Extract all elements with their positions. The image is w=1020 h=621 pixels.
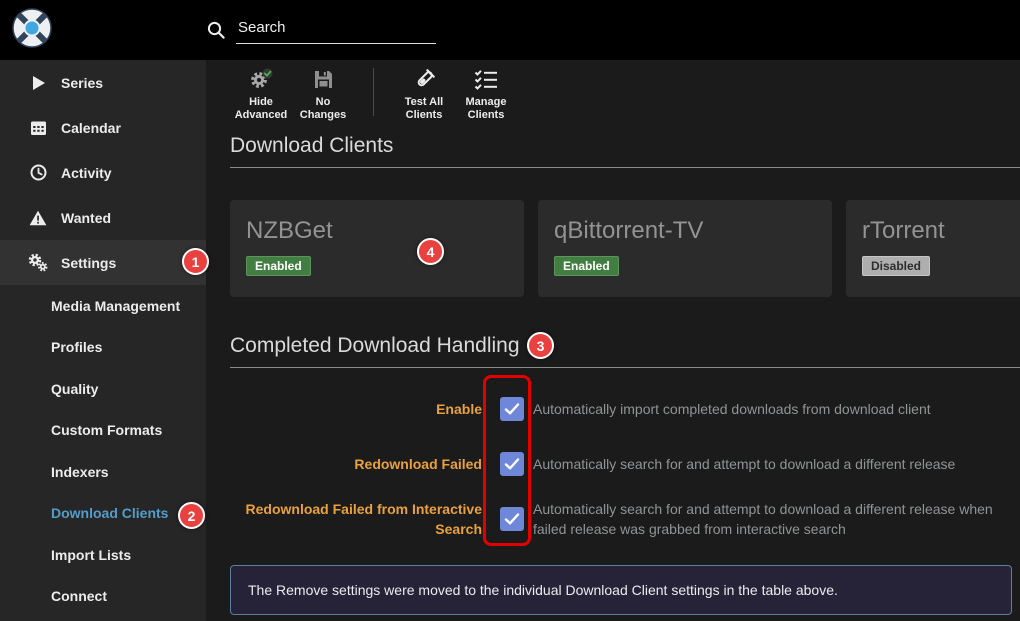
sidebar-subitem-label: Media Management [51, 298, 180, 314]
form-row-redownload-failed: Redownload Failed Automatically search f… [230, 436, 1020, 491]
sidebar-item-activity[interactable]: Activity [0, 150, 206, 195]
annotation-badge-1: 1 [182, 248, 209, 275]
toolbar-label: Test All Clients [405, 96, 444, 121]
download-clients-section-title: Download Clients [230, 134, 1020, 168]
sidebar-item-series[interactable]: Series [0, 60, 206, 105]
sidebar-subitem-media-management[interactable]: Media Management [0, 285, 206, 327]
sidebar-subitem-profiles[interactable]: Profiles [0, 327, 206, 369]
manage-clients-button[interactable]: Manage Clients [455, 67, 517, 122]
toolbar-label: Manage Clients [466, 96, 507, 121]
status-badge: Enabled [246, 256, 311, 276]
play-icon [27, 75, 49, 91]
test-tube-icon [393, 67, 455, 92]
annotation-badge-4: 4 [417, 238, 444, 265]
enable-checkbox[interactable] [500, 397, 524, 421]
sidebar-item-label: Wanted [61, 210, 111, 226]
redownload-failed-label: Redownload Failed [230, 454, 482, 474]
sidebar-subitem-connect[interactable]: Connect [0, 576, 206, 618]
hide-advanced-button[interactable]: Hide Advanced [230, 67, 292, 122]
sidebar-item-label: Calendar [61, 120, 121, 136]
sidebar-subitem-label: Download Clients [51, 505, 168, 521]
gears-icon [27, 253, 49, 272]
redownload-interactive-help-text: Automatically search for and attempt to … [533, 499, 1020, 539]
sidebar-subitem-indexers[interactable]: Indexers [0, 451, 206, 493]
sidebar-item-label: Settings [61, 255, 116, 271]
client-card-title: qBittorrent-TV [554, 217, 816, 245]
sidebar-subitem-label: Profiles [51, 339, 102, 355]
cdh-form: Enable Automatically import completed do… [230, 381, 1020, 546]
sidebar: Series Calendar Activit [0, 60, 206, 621]
enable-label: Enable [230, 399, 482, 419]
sidebar-item-settings[interactable]: Settings [0, 240, 206, 285]
top-bar [0, 0, 1020, 60]
no-changes-save-button[interactable]: No Changes [292, 67, 354, 122]
sidebar-subitem-quality[interactable]: Quality [0, 368, 206, 410]
sidebar-item-label: Series [61, 75, 103, 91]
manage-list-icon [455, 67, 517, 92]
sonarr-logo-icon [12, 35, 52, 52]
sidebar-item-label: Activity [61, 165, 112, 181]
test-all-clients-button[interactable]: Test All Clients [393, 67, 455, 122]
calendar-icon [27, 119, 49, 136]
warning-icon [27, 210, 49, 226]
status-badge: Disabled [862, 256, 930, 276]
toolbar: Hide Advanced No Changes [230, 60, 1020, 120]
download-client-cards: NZBGet Enabled qBittorrent-TV Enabled rT… [230, 200, 1020, 297]
annotation-badge-3: 3 [527, 332, 554, 359]
search-bar [206, 16, 436, 44]
sidebar-subitem-label: Indexers [51, 464, 109, 480]
redownload-failed-checkbox[interactable] [500, 452, 524, 476]
redownload-interactive-label: Redownload Failed from Interactive Searc… [230, 499, 482, 539]
enable-help-text: Automatically import completed downloads… [533, 399, 931, 419]
search-input[interactable] [236, 16, 436, 44]
form-row-redownload-interactive: Redownload Failed from Interactive Searc… [230, 491, 1020, 546]
annotation-badge-2: 2 [178, 502, 205, 529]
app-logo[interactable] [0, 8, 206, 53]
sidebar-item-wanted[interactable]: Wanted [0, 195, 206, 240]
redownload-failed-help-text: Automatically search for and attempt to … [533, 454, 955, 474]
info-alert: The Remove settings were moved to the in… [230, 565, 1012, 615]
client-card-title: NZBGet [246, 217, 508, 245]
sidebar-subitem-download-clients[interactable]: Download Clients [0, 493, 206, 535]
sidebar-subitem-custom-formats[interactable]: Custom Formats [0, 410, 206, 452]
client-card-qbittorrent-tv[interactable]: qBittorrent-TV Enabled [538, 200, 832, 297]
save-icon [292, 67, 354, 92]
sidebar-subitem-label: Connect [51, 588, 107, 604]
toolbar-separator [373, 68, 374, 116]
sidebar-subitem-label: Import Lists [51, 547, 131, 563]
client-card-rtorrent[interactable]: rTorrent Disabled [846, 200, 1020, 297]
client-card-nzbget[interactable]: NZBGet Enabled [230, 200, 524, 297]
clock-icon [27, 164, 49, 181]
cdh-section-title: Completed Download Handling [230, 334, 1020, 368]
search-icon [206, 20, 226, 40]
info-alert-text: The Remove settings were moved to the in… [248, 582, 838, 598]
sidebar-subitem-label: Custom Formats [51, 422, 162, 438]
advanced-gear-check-icon [230, 67, 292, 92]
form-row-enable: Enable Automatically import completed do… [230, 381, 1020, 436]
sidebar-subitem-import-lists[interactable]: Import Lists [0, 534, 206, 576]
toolbar-label: Hide Advanced [235, 96, 288, 121]
sidebar-subitem-label: Quality [51, 381, 98, 397]
main-content: Hide Advanced No Changes [206, 60, 1020, 621]
status-badge: Enabled [554, 256, 619, 276]
sidebar-item-calendar[interactable]: Calendar [0, 105, 206, 150]
client-card-title: rTorrent [862, 217, 1020, 245]
toolbar-label: No Changes [300, 96, 346, 121]
redownload-interactive-checkbox[interactable] [500, 507, 524, 531]
